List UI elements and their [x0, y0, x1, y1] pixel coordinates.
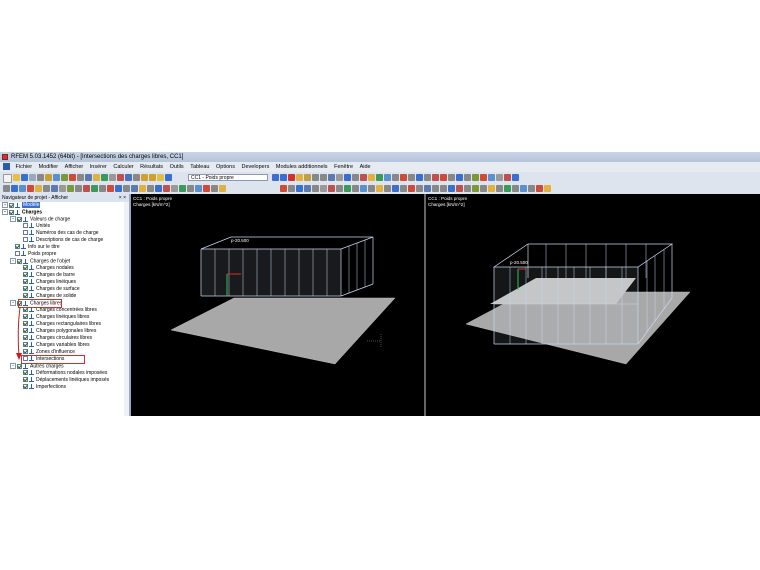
- tree-item-info-titre[interactable]: Info sur le titre: [15, 244, 60, 251]
- navigator-header: Navigateur de projet - Afficher × ×: [0, 194, 129, 202]
- close-icon[interactable]: × ×: [119, 194, 126, 202]
- tree-item-charges-barre[interactable]: Charges de barre: [23, 272, 75, 279]
- tree-item-deformations-nodales[interactable]: Déformations nodales imposées: [23, 370, 107, 377]
- menu-bar: Fichier Modifier Afficher Insérer Calcul…: [0, 162, 760, 172]
- app-icon: [2, 154, 8, 160]
- project-navigator: Navigateur de projet - Afficher × × + Mod…: [0, 194, 131, 416]
- toolbar-icons-3[interactable]: [3, 185, 226, 192]
- document-icon[interactable]: [3, 163, 10, 171]
- arrow-icon: [16, 306, 22, 360]
- menu-modules[interactable]: Modules additionnels: [276, 162, 328, 172]
- tree-item-charges-objet[interactable]: − Charges de l'objet: [10, 258, 70, 265]
- model-3d-right: p-20.500: [465, 243, 691, 365]
- tree-item-autres-charges[interactable]: − Autres charges: [10, 363, 64, 370]
- tree-item-imperfections[interactable]: Imperfections: [23, 384, 66, 391]
- tree-item-circulaires-libres[interactable]: Charges circulaires libres: [23, 335, 92, 342]
- tree-item-numeros-cas[interactable]: Numéros des cas de charge: [23, 230, 99, 237]
- tree-item-rectangulaires-libres[interactable]: Charges rectangulaires libres: [23, 321, 101, 328]
- rfem-window: RFEM 5.03.1452 (64bit) - [Intersections …: [0, 152, 760, 416]
- menu-fenetre[interactable]: Fenêtre: [334, 162, 353, 172]
- menu-outils[interactable]: Outils: [170, 162, 184, 172]
- tree-item-charges[interactable]: − Charges: [2, 209, 42, 216]
- tree-item-descriptions-cas[interactable]: Descriptions de cas de charge: [23, 237, 103, 244]
- load-case-select[interactable]: CC1 - Poids propre: [188, 174, 268, 181]
- svg-text:p-20.500: p-20.500: [510, 260, 528, 265]
- tree-item-valeurs-de-charge[interactable]: − Valeurs de charge: [10, 216, 70, 223]
- menu-resultats[interactable]: Résultats: [140, 162, 163, 172]
- window-title: RFEM 5.03.1452 (64bit) - [Intersections …: [11, 154, 184, 160]
- menu-modifier[interactable]: Modifier: [39, 162, 59, 172]
- menu-fichier[interactable]: Fichier: [16, 162, 33, 172]
- model-3d-left: p-20.500: [170, 236, 396, 365]
- tree-item-variables-libres[interactable]: Charges variables libres: [23, 342, 90, 349]
- title-bar: RFEM 5.03.1452 (64bit) - [Intersections …: [0, 152, 760, 162]
- menu-afficher[interactable]: Afficher: [65, 162, 84, 172]
- menu-tableau[interactable]: Tableau: [190, 162, 209, 172]
- menu-calculer[interactable]: Calculer: [113, 162, 133, 172]
- toolbar-icons-1[interactable]: [3, 174, 172, 183]
- menu-options[interactable]: Options: [216, 162, 235, 172]
- tree-item-charges-lineiques[interactable]: Charges linéiques: [23, 279, 76, 286]
- highlight-charges-libres: [18, 299, 62, 308]
- tree-item-deplacements-lineiques[interactable]: Déplacements linéiques imposés: [23, 377, 109, 384]
- svg-text:p-20.500: p-20.500: [231, 238, 249, 243]
- navigator-title: Navigateur de projet - Afficher: [2, 195, 69, 201]
- tree-item-charges-nodales[interactable]: Charges nodales: [23, 265, 74, 272]
- menu-developers[interactable]: Developers: [242, 162, 270, 172]
- tree-item-modele[interactable]: + Modèle: [2, 202, 41, 209]
- tree-item-charges-surface[interactable]: Charges de surface: [23, 286, 80, 293]
- tree-item-concentrees-libres[interactable]: Charges concentrées libres: [23, 307, 97, 314]
- navigator-scrollbar[interactable]: [124, 202, 129, 416]
- menu-inserer[interactable]: Insérer: [90, 162, 107, 172]
- toolbar-icons-4[interactable]: [280, 185, 551, 192]
- menu-aide[interactable]: Aide: [360, 162, 371, 172]
- highlight-intersections: [21, 355, 85, 364]
- tree-item-poids-propre[interactable]: Poids propre: [15, 251, 56, 258]
- view-left[interactable]: CC1 : Poids propre Charges [kN/m^2] p-20…: [131, 194, 424, 416]
- toolbar-icons-2[interactable]: [272, 174, 519, 181]
- tree-item-unites[interactable]: Unités: [23, 223, 50, 230]
- view-right[interactable]: CC1 : Poids propre Charges [kN/m^2] p-20…: [426, 194, 760, 416]
- tree-item-polygonales-libres[interactable]: Charges polygonales libres: [23, 328, 96, 335]
- tree-item-lineiques-libres[interactable]: Charges linéiques libres: [23, 314, 89, 321]
